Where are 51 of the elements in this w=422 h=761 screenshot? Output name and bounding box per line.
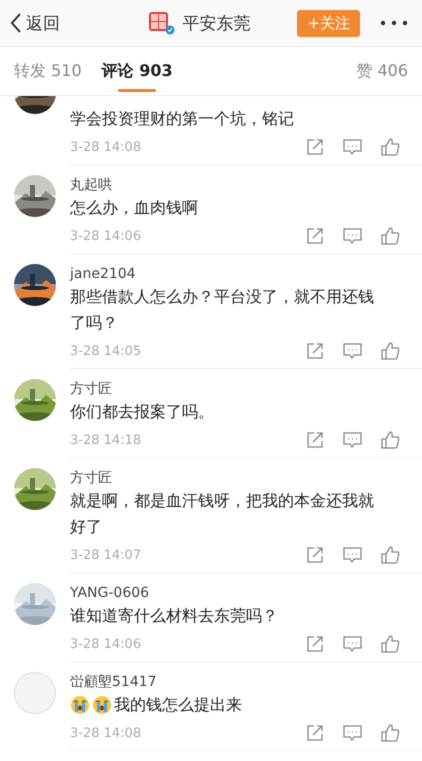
comment-text: 我的钱怎么提出来: [114, 694, 242, 716]
comment-text: 学会投资理财的第一个坑，铭记: [70, 108, 294, 130]
username[interactable]: 峃顧塱51417: [70, 672, 400, 692]
comment-icon[interactable]: [343, 431, 362, 449]
comment-time: 3-28 14:05: [70, 344, 142, 358]
comment-icon[interactable]: [343, 138, 362, 156]
back-chevron-icon: [10, 12, 22, 34]
comment-icon[interactable]: [343, 724, 362, 742]
username[interactable]: jane2104: [70, 264, 400, 284]
share-icon[interactable]: [306, 227, 324, 245]
comment-time: 3-28 14:18: [70, 432, 142, 448]
share-icon[interactable]: [306, 342, 324, 360]
comment-time: 3-28 14:07: [70, 548, 142, 562]
account-title: 平安东莞: [182, 12, 251, 34]
username[interactable]: 丸起哄: [70, 175, 400, 195]
like-icon[interactable]: [381, 342, 400, 360]
share-icon[interactable]: [306, 546, 324, 564]
back-button[interactable]: 返回: [10, 12, 60, 34]
crying-emoji-icon: [92, 695, 112, 715]
tab[interactable]: 赞 406: [356, 48, 408, 94]
comment-icon[interactable]: [343, 635, 362, 653]
share-icon[interactable]: [306, 635, 324, 653]
comment-time: 3-28 14:06: [70, 636, 142, 652]
comment-time: 3-28 14:08: [70, 726, 142, 740]
more-icon[interactable]: [380, 20, 408, 26]
comment-icon[interactable]: [343, 227, 362, 245]
comment-text: 就是啊，都是血汗钱呀，把我的本金还我就好了: [70, 490, 375, 538]
comment-icon[interactable]: [343, 342, 362, 360]
crying-emoji-icon: [70, 695, 90, 715]
like-icon[interactable]: [381, 431, 400, 449]
like-icon[interactable]: [381, 546, 400, 564]
like-icon[interactable]: [381, 227, 400, 245]
like-icon[interactable]: [381, 635, 400, 653]
comment-text: 你们都去报案了吗。: [70, 401, 214, 423]
comment-icon[interactable]: [343, 546, 362, 564]
share-icon[interactable]: [306, 724, 324, 742]
tab[interactable]: 评论 903: [102, 48, 173, 94]
username[interactable]: 方寸匠: [70, 468, 400, 488]
username[interactable]: YANG-0606: [70, 583, 400, 603]
comment-time: 3-28 14:06: [70, 228, 142, 244]
username[interactable]: 方寸匠: [70, 379, 400, 399]
share-icon[interactable]: [306, 431, 324, 449]
like-icon[interactable]: [381, 724, 400, 742]
comment-text: 那些借款人怎么办？平台没了，就不用还钱了吗？: [70, 286, 375, 334]
default-avatar-icon: [14, 672, 56, 714]
comment-text: 怎么办，血肉钱啊: [70, 197, 198, 219]
tab[interactable]: 转发 510: [14, 48, 82, 94]
comment-time: 3-28 14:08: [70, 140, 142, 154]
like-icon[interactable]: [381, 138, 400, 156]
share-icon[interactable]: [306, 138, 324, 156]
comment-text: 谁知道寄什么材料去东莞吗？: [70, 605, 278, 627]
